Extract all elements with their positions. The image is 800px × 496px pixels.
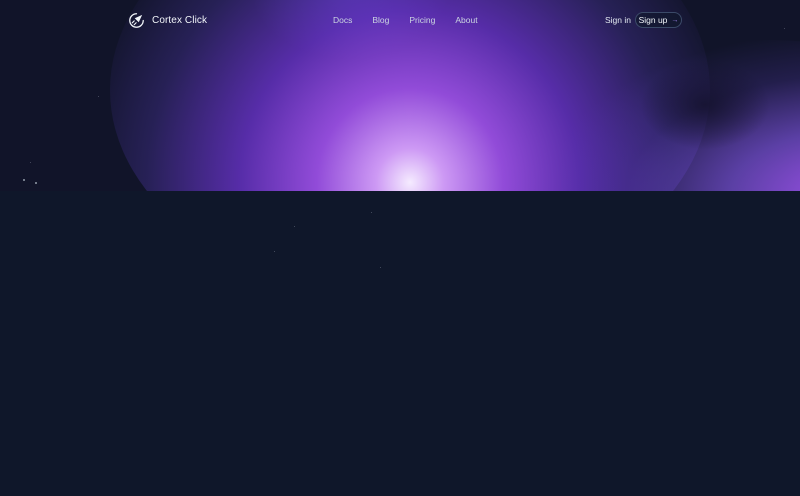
sign-up-label: Sign up: [638, 15, 668, 25]
rocket-icon: [129, 13, 144, 28]
sign-up-button[interactable]: Sign up →: [635, 12, 682, 28]
star: [35, 182, 37, 184]
brand-logo-link[interactable]: Cortex Click: [128, 12, 207, 29]
star: [380, 267, 381, 268]
star: [30, 162, 31, 163]
site-header: Cortex Click Docs Blog Pricing About Sig…: [0, 0, 800, 40]
landing-page: Cortex Click Docs Blog Pricing About Sig…: [0, 0, 800, 496]
sign-in-link[interactable]: Sign in: [605, 15, 631, 25]
glow-shadow: [640, 60, 770, 150]
star: [274, 251, 275, 252]
nav-blog[interactable]: Blog: [372, 15, 389, 25]
star: [371, 212, 372, 213]
star: [294, 226, 295, 227]
star: [98, 96, 99, 97]
nav-docs[interactable]: Docs: [333, 15, 352, 25]
arrow-right-icon: →: [671, 16, 679, 24]
nav-about[interactable]: About: [455, 15, 477, 25]
nav-pricing[interactable]: Pricing: [409, 15, 435, 25]
brand-name: Cortex Click: [152, 15, 208, 26]
main-nav: Docs Blog Pricing About: [333, 15, 498, 25]
star: [23, 179, 25, 181]
